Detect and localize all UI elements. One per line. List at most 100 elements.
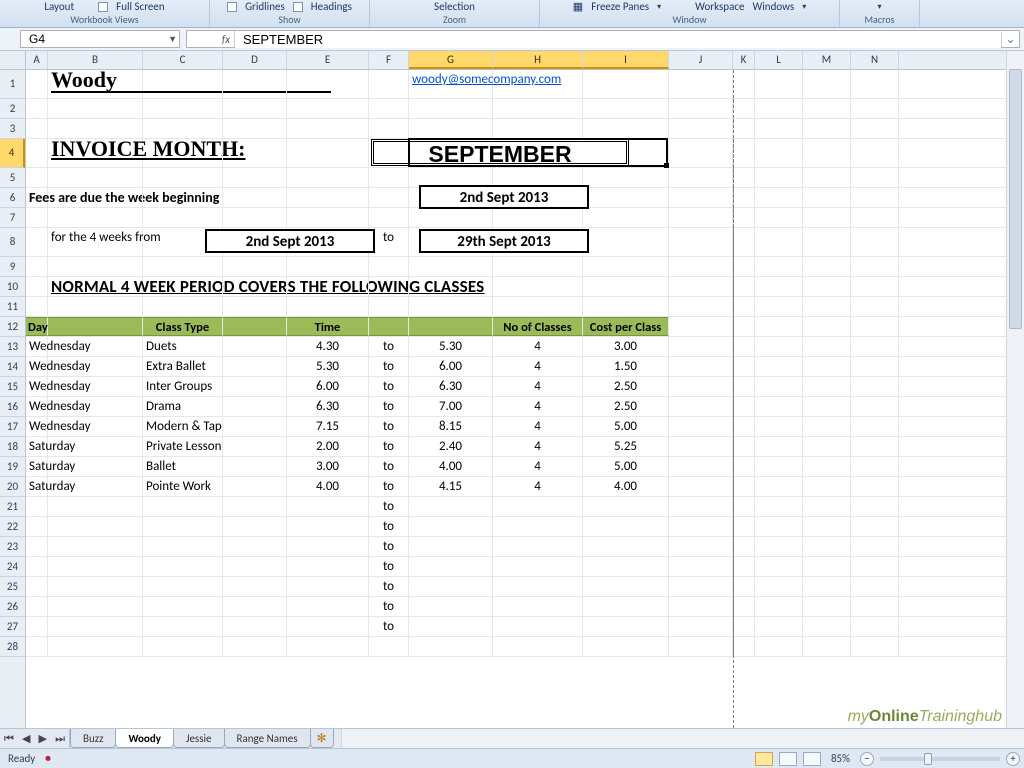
cell-G25[interactable] [409, 577, 493, 596]
cell-H24[interactable] [493, 557, 583, 576]
row-header-20[interactable]: 20 [0, 477, 25, 497]
cell-J8[interactable] [669, 228, 733, 256]
cell-E4[interactable] [287, 139, 369, 167]
cell-K9[interactable] [733, 257, 755, 276]
view-page-break-button[interactable] [803, 752, 821, 766]
cell-I13[interactable]: 3.00 [583, 337, 669, 356]
cell-D18[interactable] [223, 437, 287, 456]
cell-L17[interactable] [755, 417, 803, 436]
checkbox-full-screen[interactable] [98, 2, 108, 12]
cell-N6[interactable] [851, 188, 899, 207]
cell-L24[interactable] [755, 557, 803, 576]
cell-I28[interactable] [583, 637, 669, 656]
cell-I12[interactable]: Cost per Class [583, 317, 669, 336]
cell-N1[interactable] [851, 70, 899, 98]
cell-K1[interactable] [733, 70, 755, 98]
cell-F22[interactable]: to [369, 517, 409, 536]
cell-C24[interactable] [143, 557, 223, 576]
cell-L18[interactable] [755, 437, 803, 456]
cell-M21[interactable] [803, 497, 851, 516]
cell-I18[interactable]: 5.25 [583, 437, 669, 456]
cell-L20[interactable] [755, 477, 803, 496]
cell-E17[interactable]: 7.15 [287, 417, 369, 436]
cell-E24[interactable] [287, 557, 369, 576]
cell-E5[interactable] [287, 168, 369, 187]
chevron-down-icon[interactable]: ▾ [657, 2, 661, 12]
horizontal-scrollbar[interactable] [341, 729, 1024, 748]
row-header-13[interactable]: 13 [0, 337, 25, 357]
cell-K2[interactable] [733, 99, 755, 118]
cell-E7[interactable] [287, 208, 369, 227]
cell-I21[interactable] [583, 497, 669, 516]
cell-B5[interactable] [48, 168, 143, 187]
cell-F9[interactable] [369, 257, 409, 276]
chevron-down-icon[interactable]: ▾ [802, 2, 806, 12]
row-header-10[interactable]: 10 [0, 277, 25, 297]
cell-D16[interactable] [223, 397, 287, 416]
row-header-18[interactable]: 18 [0, 437, 25, 457]
cell-A22[interactable] [26, 517, 48, 536]
cell-M18[interactable] [803, 437, 851, 456]
cell-N21[interactable] [851, 497, 899, 516]
cell-C16[interactable]: Drama [143, 397, 223, 416]
cell-D19[interactable] [223, 457, 287, 476]
sheet-tab-jessie[interactable]: Jessie [173, 729, 225, 748]
cell-K19[interactable] [733, 457, 755, 476]
cell-D2[interactable] [223, 99, 287, 118]
cell-J24[interactable] [669, 557, 733, 576]
column-header-F[interactable]: F [369, 51, 409, 69]
cell-C9[interactable] [143, 257, 223, 276]
row-header-19[interactable]: 19 [0, 457, 25, 477]
cell-H16[interactable]: 4 [493, 397, 583, 416]
cell-J12[interactable] [669, 317, 733, 336]
cell-E9[interactable] [287, 257, 369, 276]
cell-F14[interactable]: to [369, 357, 409, 376]
cell-G8[interactable]: 29th Sept 2013 [409, 228, 493, 256]
row-header-26[interactable]: 26 [0, 597, 25, 617]
cell-H2[interactable] [493, 99, 583, 118]
cell-B19[interactable] [48, 457, 143, 476]
cell-I17[interactable]: 5.00 [583, 417, 669, 436]
cell-H3[interactable] [493, 119, 583, 138]
cell-K23[interactable] [733, 537, 755, 556]
cell-B17[interactable] [48, 417, 143, 436]
cell-K15[interactable] [733, 377, 755, 396]
cell-I23[interactable] [583, 537, 669, 556]
cell-M20[interactable] [803, 477, 851, 496]
sheet-tab-nav[interactable]: ⏮ ◀ ▶ ⏭ [0, 729, 70, 748]
cell-C25[interactable] [143, 577, 223, 596]
column-header-M[interactable]: M [803, 51, 851, 69]
cell-K4[interactable] [733, 139, 755, 167]
cell-L16[interactable] [755, 397, 803, 416]
cell-H26[interactable] [493, 597, 583, 616]
cell-E23[interactable] [287, 537, 369, 556]
row-header-11[interactable]: 11 [0, 297, 25, 317]
cell-C12[interactable]: Class Type [143, 317, 223, 336]
cell-K8[interactable] [733, 228, 755, 256]
cell-N12[interactable] [851, 317, 899, 336]
cell-G22[interactable] [409, 517, 493, 536]
cell-A24[interactable] [26, 557, 48, 576]
cell-M7[interactable] [803, 208, 851, 227]
cell-E10[interactable] [287, 277, 369, 296]
cell-L19[interactable] [755, 457, 803, 476]
cell-C18[interactable]: Private Lesson [143, 437, 223, 456]
cell-G14[interactable]: 6.00 [409, 357, 493, 376]
cell-I8[interactable] [583, 228, 669, 256]
cell-L10[interactable] [755, 277, 803, 296]
cell-J2[interactable] [669, 99, 733, 118]
cell-M1[interactable] [803, 70, 851, 98]
cell-M14[interactable] [803, 357, 851, 376]
cell-A20[interactable]: Saturday [26, 477, 48, 496]
cell-C1[interactable] [143, 70, 223, 98]
cell-I10[interactable] [583, 277, 669, 296]
cell-C20[interactable]: Pointe Work [143, 477, 223, 496]
cell-A15[interactable]: Wednesday [26, 377, 48, 396]
cell-N24[interactable] [851, 557, 899, 576]
cell-I9[interactable] [583, 257, 669, 276]
cell-L11[interactable] [755, 297, 803, 316]
cell-F3[interactable] [369, 119, 409, 138]
cell-C7[interactable] [143, 208, 223, 227]
cell-E12[interactable]: Time [287, 317, 369, 336]
cell-B15[interactable] [48, 377, 143, 396]
